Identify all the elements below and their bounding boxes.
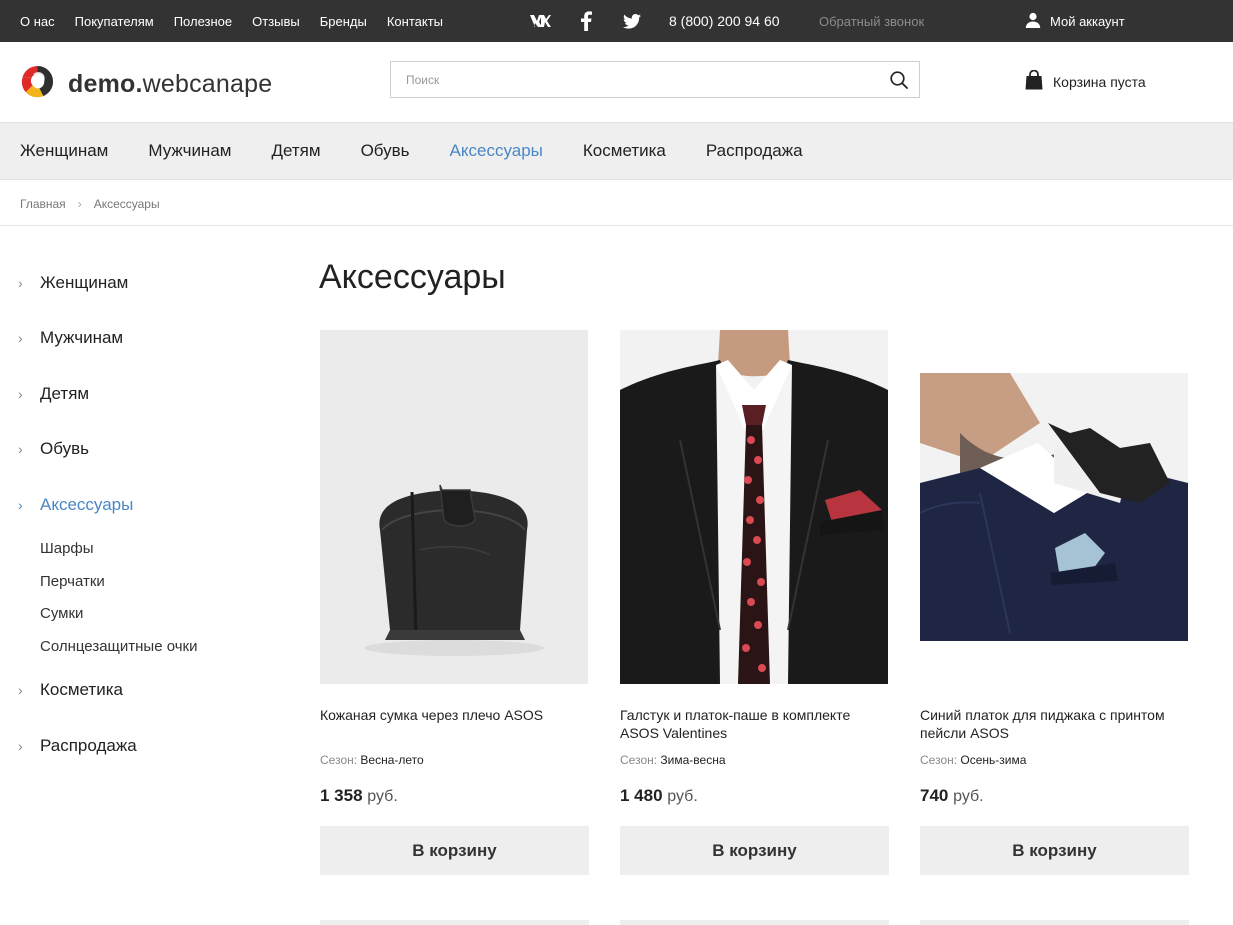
top-link-brands[interactable]: Бренды [320, 14, 367, 29]
price-value: 1 358 [320, 786, 363, 805]
add-to-cart-button[interactable]: В корзину [620, 826, 889, 875]
nav-item-women[interactable]: Женщинам [20, 141, 108, 161]
sidebar-item-label: Аксессуары [40, 495, 134, 514]
chevron-right-icon: › [18, 330, 23, 346]
next-row-card-edge [920, 920, 1189, 925]
season-label: Сезон: [920, 753, 958, 767]
chevron-right-icon: › [18, 275, 23, 291]
vk-icon[interactable] [528, 10, 552, 32]
breadcrumb: Главная › Аксессуары [20, 197, 160, 211]
chevron-right-icon: › [18, 682, 23, 698]
breadcrumb-current: Аксессуары [93, 197, 160, 211]
top-link-about[interactable]: О нас [20, 14, 55, 29]
cart-label: Корзина пуста [1053, 73, 1146, 90]
breadcrumb-home[interactable]: Главная [20, 197, 66, 211]
sidebar-subitem-gloves[interactable]: Перчатки [40, 573, 105, 590]
site-logo[interactable]: demo.webcanape [20, 64, 272, 104]
season-value: Зима-весна [660, 753, 726, 767]
search-icon[interactable] [889, 70, 909, 90]
season-value: Осень-зима [960, 753, 1027, 767]
sidebar-subitem-scarves[interactable]: Шарфы [40, 540, 94, 557]
sidebar-item-label: Косметика [40, 680, 123, 699]
next-row-card-edge [620, 920, 889, 925]
sidebar-item-label: Детям [40, 384, 90, 403]
site-header: demo.webcanape Корзина пуста [0, 42, 1233, 122]
nav-item-accessories[interactable]: Аксессуары [450, 141, 543, 161]
callback-link[interactable]: Обратный звонок [819, 14, 924, 29]
chevron-right-icon: › [18, 441, 23, 457]
product-price: 1 480 руб. [620, 786, 698, 806]
sidebar-item-kids[interactable]: › Детям [18, 384, 89, 404]
season-label: Сезон: [320, 753, 358, 767]
divider [0, 225, 1233, 226]
product-season: Сезон: Зима-весна [620, 753, 726, 767]
twitter-icon[interactable] [620, 10, 644, 32]
nav-item-cosmetics[interactable]: Косметика [583, 141, 666, 161]
sidebar-item-label: Мужчинам [40, 328, 124, 347]
price-value: 740 [920, 786, 949, 805]
season-label: Сезон: [620, 753, 658, 767]
price-value: 1 480 [620, 786, 663, 805]
chevron-right-icon: › [18, 738, 23, 754]
top-link-useful[interactable]: Полезное [174, 14, 232, 29]
sidebar-item-women[interactable]: › Женщинам [18, 273, 128, 293]
price-currency: руб. [367, 788, 398, 805]
account-label: Мой аккаунт [1050, 14, 1125, 29]
product-name[interactable]: Кожаная сумка через плечо ASOS [320, 706, 590, 724]
social-links [528, 10, 644, 32]
nav-item-men[interactable]: Мужчинам [148, 141, 231, 161]
product-price: 1 358 руб. [320, 786, 398, 806]
top-bar: О нас Покупателям Полезное Отзывы Бренды… [0, 0, 1233, 42]
facebook-icon[interactable] [574, 10, 598, 32]
top-link-reviews[interactable]: Отзывы [252, 14, 300, 29]
chevron-right-icon: › [18, 386, 23, 402]
season-value: Весна-лето [360, 753, 424, 767]
add-to-cart-button[interactable]: В корзину [920, 826, 1189, 875]
sidebar-item-shoes[interactable]: › Обувь [18, 439, 89, 459]
top-links: О нас Покупателям Полезное Отзывы Бренды… [20, 14, 443, 29]
account-link[interactable]: Мой аккаунт [1025, 12, 1125, 31]
sidebar-item-men[interactable]: › Мужчинам [18, 328, 123, 348]
sidebar-item-sale[interactable]: › Распродажа [18, 736, 137, 756]
nav-item-kids[interactable]: Детям [271, 141, 320, 161]
shopping-bag-icon [1025, 69, 1043, 93]
sidebar-item-label: Распродажа [40, 736, 137, 755]
logo-icon [20, 64, 55, 104]
top-link-contacts[interactable]: Контакты [387, 14, 443, 29]
product-image-tie-set[interactable] [620, 330, 888, 684]
sidebar-item-label: Обувь [40, 439, 89, 458]
product-image-pocket-square[interactable] [920, 373, 1188, 641]
sidebar-subitem-bags[interactable]: Сумки [40, 605, 83, 622]
chevron-right-icon: › [77, 197, 82, 211]
phone-number[interactable]: 8 (800) 200 94 60 [669, 13, 780, 29]
user-icon [1025, 12, 1041, 31]
product-image-leather-bag[interactable] [320, 330, 588, 684]
price-currency: руб. [667, 788, 698, 805]
chevron-right-icon: › [18, 497, 23, 513]
nav-item-shoes[interactable]: Обувь [361, 141, 410, 161]
price-currency: руб. [953, 788, 984, 805]
cart-link[interactable]: Корзина пуста [1025, 69, 1146, 93]
product-name[interactable]: Синий платок для пиджака с принтом пейсл… [920, 706, 1190, 742]
search-box [390, 61, 920, 98]
product-season: Сезон: Весна-лето [320, 753, 424, 767]
sidebar-item-accessories[interactable]: › Аксессуары [18, 495, 133, 515]
search-input[interactable] [391, 62, 861, 97]
main-nav: Женщинам Мужчинам Детям Обувь Аксессуары… [0, 122, 1233, 180]
add-to-cart-button[interactable]: В корзину [320, 826, 589, 875]
next-row-card-edge [320, 920, 589, 925]
sidebar-item-cosmetics[interactable]: › Косметика [18, 680, 123, 700]
logo-text: demo.webcanape [68, 69, 273, 98]
product-price: 740 руб. [920, 786, 984, 806]
sidebar-item-label: Женщинам [40, 273, 129, 292]
sidebar-subitem-sunglasses[interactable]: Солнцезащитные очки [40, 638, 197, 655]
product-name[interactable]: Галстук и платок-паше в комплекте ASOS V… [620, 706, 890, 742]
page-title: Аксессуары [319, 258, 506, 296]
nav-item-sale[interactable]: Распродажа [706, 141, 803, 161]
product-season: Сезон: Осень-зима [920, 753, 1026, 767]
top-link-customers[interactable]: Покупателям [75, 14, 154, 29]
